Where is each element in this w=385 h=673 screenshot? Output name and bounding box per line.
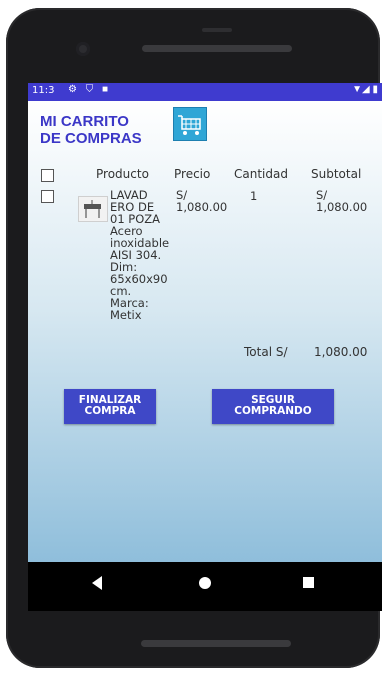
screen: 11:3 ⚙ ⛉ ■ ▼◢ ▮ MI CARRITO DE COMPRAS Pr… — [28, 83, 382, 611]
product-description: LAVAD ERO DE 01 POZA Acero inoxidable AI… — [110, 189, 170, 321]
price-line: 1,080.00 — [176, 200, 228, 214]
column-header-subtotal: Subtotal — [311, 167, 362, 181]
front-camera — [76, 42, 90, 56]
column-header-price: Precio — [174, 167, 211, 181]
title-line-2: DE COMPRAS — [40, 130, 142, 147]
description-line: Metix — [110, 308, 142, 322]
page-title: MI CARRITO DE COMPRAS — [40, 113, 142, 147]
top-sensor — [202, 28, 232, 32]
finalize-label-2: COMPRA — [84, 405, 136, 417]
status-bar: 11:3 ⚙ ⛉ ■ ▼◢ ▮ — [28, 83, 382, 101]
finalize-purchase-button[interactable]: FINALIZAR COMPRA — [64, 389, 156, 424]
title-line-1: MI CARRITO — [40, 113, 129, 130]
select-all-checkbox[interactable] — [41, 169, 54, 182]
column-header-quantity: Cantidad — [234, 167, 288, 181]
continue-shopping-button[interactable]: SEGUIR COMPRANDO — [212, 389, 334, 424]
status-signal-battery-icons: ▼◢ ▮ — [352, 84, 378, 95]
shopping-cart-icon — [173, 107, 207, 141]
total-label: Total S/ — [244, 345, 288, 359]
home-icon[interactable] — [199, 577, 211, 589]
top-speaker — [142, 45, 292, 52]
status-notification-icons: ⚙ ⛉ ■ — [68, 84, 112, 95]
column-header-product: Producto — [96, 167, 149, 181]
row-checkbox[interactable] — [41, 190, 54, 203]
recent-apps-icon[interactable] — [303, 577, 314, 588]
sink-product-icon — [78, 196, 108, 222]
back-icon[interactable] — [92, 576, 102, 590]
product-quantity: 1 — [250, 189, 258, 203]
bottom-speaker — [141, 640, 291, 647]
navigation-bar — [28, 562, 382, 611]
status-time: 11:3 — [32, 85, 55, 96]
product-subtotal: S/ 1,080.00 — [316, 189, 367, 213]
subtotal-line: 1,080.00 — [316, 200, 368, 214]
continue-label-2: COMPRANDO — [234, 405, 312, 417]
product-price: S/ 1,080.00 — [176, 189, 227, 213]
cart-screen: MI CARRITO DE COMPRAS Producto Precio Ca… — [28, 101, 382, 562]
total-value: 1,080.00 — [314, 345, 368, 359]
